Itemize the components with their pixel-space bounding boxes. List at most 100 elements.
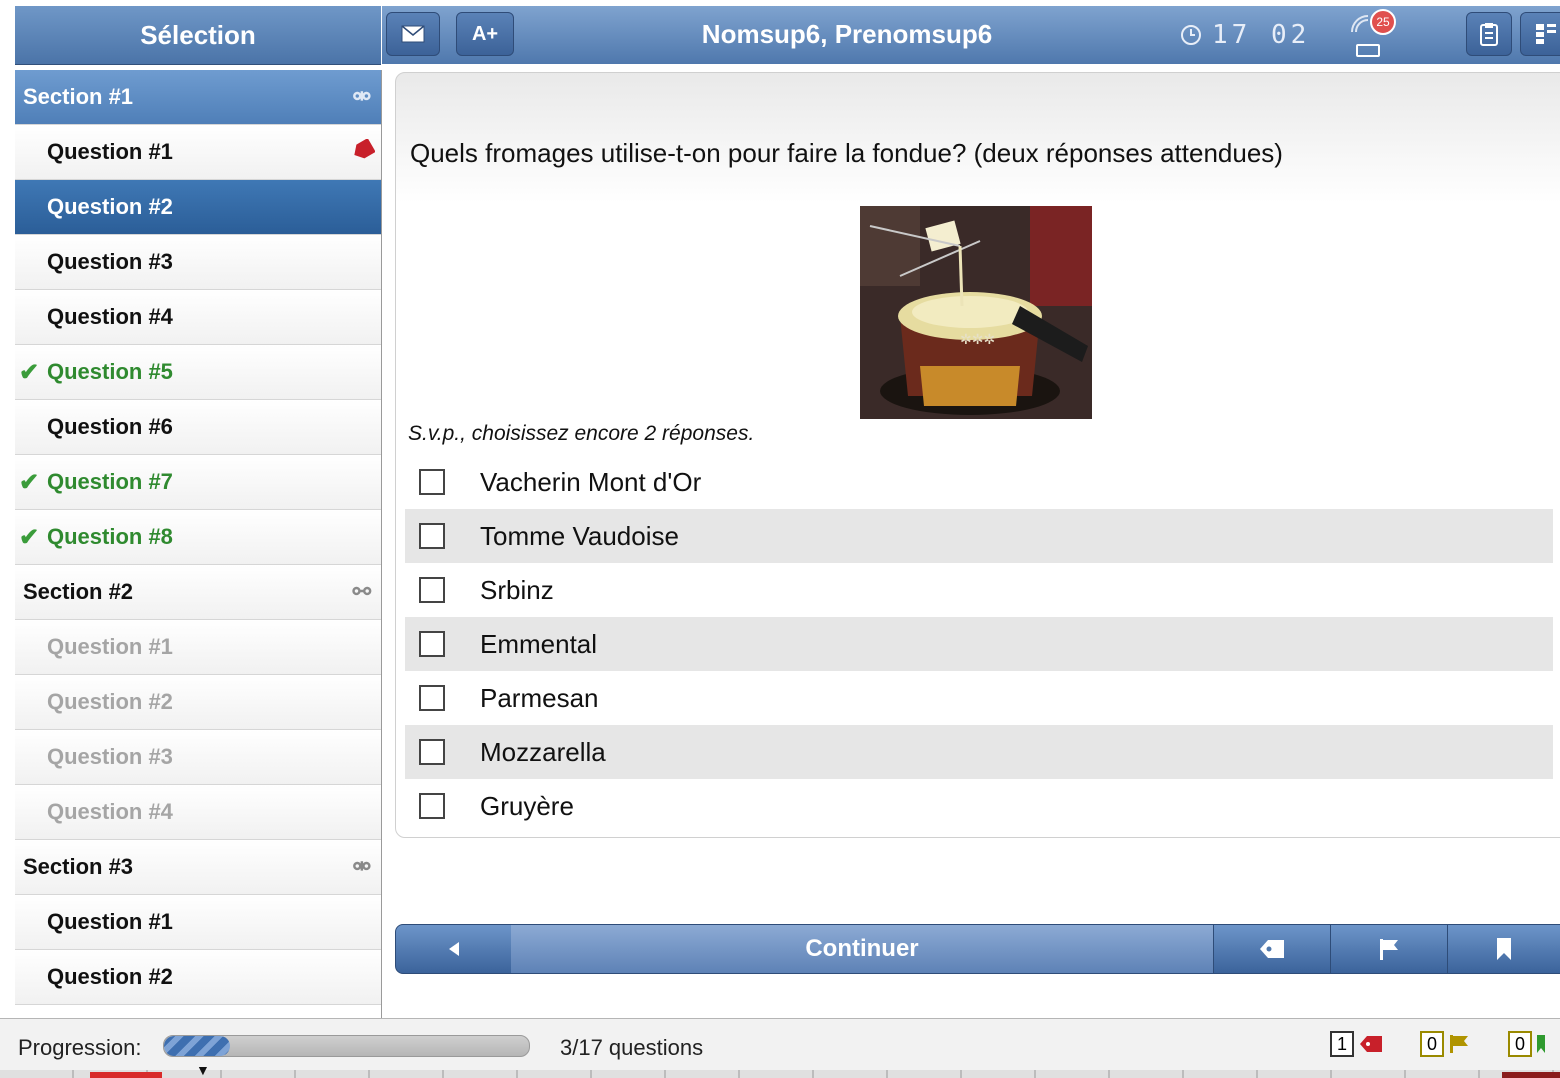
answer-option[interactable]: Srbinz <box>405 563 1553 617</box>
sidebar-section[interactable]: Section #2 ⚯ <box>15 565 381 620</box>
back-arrow-icon <box>448 942 459 956</box>
sidebar-header: Sélection <box>15 6 381 65</box>
answer-checkbox[interactable] <box>419 577 445 603</box>
answer-checkbox[interactable] <box>419 631 445 657</box>
answer-list: Vacherin Mont d'Or Tomme Vaudoise Srbinz Em… <box>405 455 1553 833</box>
answer-option[interactable]: Gruyère <box>405 779 1553 833</box>
sidebar-question[interactable]: ✔ Question #8 <box>15 510 381 565</box>
answer-option[interactable]: Tomme Vaudoise <box>405 509 1553 563</box>
timeline-marker-end <box>1502 1072 1560 1078</box>
back-button[interactable] <box>396 925 512 973</box>
continue-button[interactable]: Continuer <box>511 925 1214 973</box>
sidebar-item-label: Question #2 <box>47 964 173 989</box>
bookmark-icon <box>1497 938 1511 960</box>
fondue-photo: ✲✲✲ <box>860 206 1092 419</box>
sidebar-question[interactable]: Question #6 <box>15 400 381 455</box>
tag-button[interactable] <box>1213 925 1331 973</box>
check-icon: ✔ <box>19 469 40 496</box>
answer-checkbox[interactable] <box>419 739 445 765</box>
sidebar-item-label: Question #1 <box>47 139 173 164</box>
sidebar-item-label: Question #1 <box>47 909 173 934</box>
sidebar-section[interactable]: Section #3 ⚮ <box>15 840 381 895</box>
progress-label: Progression: <box>18 1035 142 1060</box>
answer-checkbox[interactable] <box>419 523 445 549</box>
timer: 17 02 <box>1180 20 1330 50</box>
tray-icon <box>1356 44 1380 57</box>
sidebar-section[interactable]: Section #1 ⚮ <box>15 70 381 125</box>
sidebar-item-label: Section #3 <box>23 854 134 879</box>
sidebar-question[interactable]: Question #2 <box>15 180 381 235</box>
question-navigator: Section #1 ⚮ Question #1 Question #2 Questio… <box>15 70 382 1018</box>
sidebar-question[interactable]: ✔ Question #7 <box>15 455 381 510</box>
sidebar-question[interactable]: Question #3 <box>15 235 381 290</box>
timer-value: 17 02 <box>1212 20 1311 50</box>
sidebar-item-label: Section #2 <box>23 579 134 604</box>
font-size-button[interactable]: A+ <box>456 12 514 56</box>
answer-label: Srbinz <box>480 574 554 605</box>
clipboard-button[interactable] <box>1466 12 1512 56</box>
sidebar-item-label: Question #3 <box>47 249 173 274</box>
answer-label: Vacherin Mont d'Or <box>480 466 702 497</box>
answer-instruction: S.v.p., choisissez encore 2 réponses. <box>408 422 755 445</box>
sidebar-question[interactable]: Question #1 <box>15 895 381 950</box>
progress-bar <box>163 1035 530 1057</box>
sidebar-item-label: Question #2 <box>47 194 173 219</box>
answer-option[interactable]: Parmesan <box>405 671 1553 725</box>
timeline-marker-tagged <box>90 1072 162 1078</box>
envelope-icon <box>401 25 425 43</box>
bookmark-counter[interactable]: 0 <box>1508 1030 1546 1058</box>
unlinked-icon: ⚮ <box>352 84 371 109</box>
tag-counter[interactable]: 1 <box>1330 1030 1384 1058</box>
question-timeline <box>0 1070 1560 1078</box>
answer-label: Emmental <box>480 628 598 659</box>
timeline-position-icon: ▼ <box>196 1062 210 1078</box>
sidebar-item-label: Question #8 <box>47 524 173 549</box>
sidebar-question[interactable]: Question #3 <box>15 730 381 785</box>
flag-button[interactable] <box>1330 925 1448 973</box>
answer-label: Tomme Vaudoise <box>480 520 679 551</box>
progress-fill <box>164 1036 230 1056</box>
flag-count: 0 <box>1420 1031 1445 1057</box>
tag-icon <box>1360 1036 1383 1052</box>
sidebar-item-label: Question #5 <box>47 359 173 384</box>
sidebar-title: Sélection <box>140 19 256 50</box>
question-text: Quels fromages utilise-t-on pour faire l… <box>410 138 1283 168</box>
answer-checkbox[interactable] <box>419 469 445 495</box>
sidebar-question[interactable]: Question #2 <box>15 675 381 730</box>
flag-icon <box>1379 939 1398 960</box>
link-icon: ⚯ <box>352 579 371 604</box>
answer-option[interactable]: Emmental <box>405 617 1553 671</box>
svg-text:✲✲✲: ✲✲✲ <box>960 332 995 348</box>
answer-checkbox[interactable] <box>419 685 445 711</box>
sidebar-item-label: Question #1 <box>47 634 173 659</box>
clipboard-icon <box>1480 23 1498 46</box>
sidebar-question[interactable]: Question #4 <box>15 290 381 345</box>
answer-option[interactable]: Mozzarella <box>405 725 1553 779</box>
top-toolbar: A+ Nomsup6, Prenomsup6 17 02 25 <box>382 6 1560 65</box>
mail-button[interactable] <box>386 12 440 56</box>
unlinked-icon: ⚮ <box>352 854 371 879</box>
sidebar-question[interactable]: Question #4 <box>15 785 381 840</box>
answer-option[interactable]: Vacherin Mont d'Or <box>405 455 1553 509</box>
answer-label: Mozzarella <box>480 736 606 767</box>
sidebar-item-label: Question #7 <box>47 469 173 494</box>
sidebar-item-label: Question #3 <box>47 744 173 769</box>
bookmark-button[interactable] <box>1447 925 1560 973</box>
sidebar-list: Section #1 ⚮ Question #1 Question #2 Questio… <box>15 70 381 1005</box>
flag-counter[interactable]: 0 <box>1420 1030 1470 1058</box>
status-bar: Progression: 3/17 questions 1 0 0 <box>0 1018 1560 1071</box>
check-icon: ✔ <box>19 524 40 551</box>
sidebar-item-label: Question #2 <box>47 689 173 714</box>
grid-button[interactable] <box>1520 12 1560 56</box>
sidebar-question[interactable]: ✔ Question #5 <box>15 345 381 400</box>
answer-checkbox[interactable] <box>419 793 445 819</box>
bookmark-icon <box>1537 1035 1546 1053</box>
tag-count: 1 <box>1330 1031 1355 1057</box>
flag-icon <box>1450 1035 1469 1053</box>
sidebar-item-label: Section #1 <box>23 84 134 109</box>
sidebar-question[interactable]: Question #2 <box>15 950 381 1005</box>
sidebar-item-label: Question #4 <box>47 799 173 824</box>
sidebar-question[interactable]: Question #1 <box>15 125 381 180</box>
answer-label: Parmesan <box>480 682 599 713</box>
sidebar-question[interactable]: Question #1 <box>15 620 381 675</box>
